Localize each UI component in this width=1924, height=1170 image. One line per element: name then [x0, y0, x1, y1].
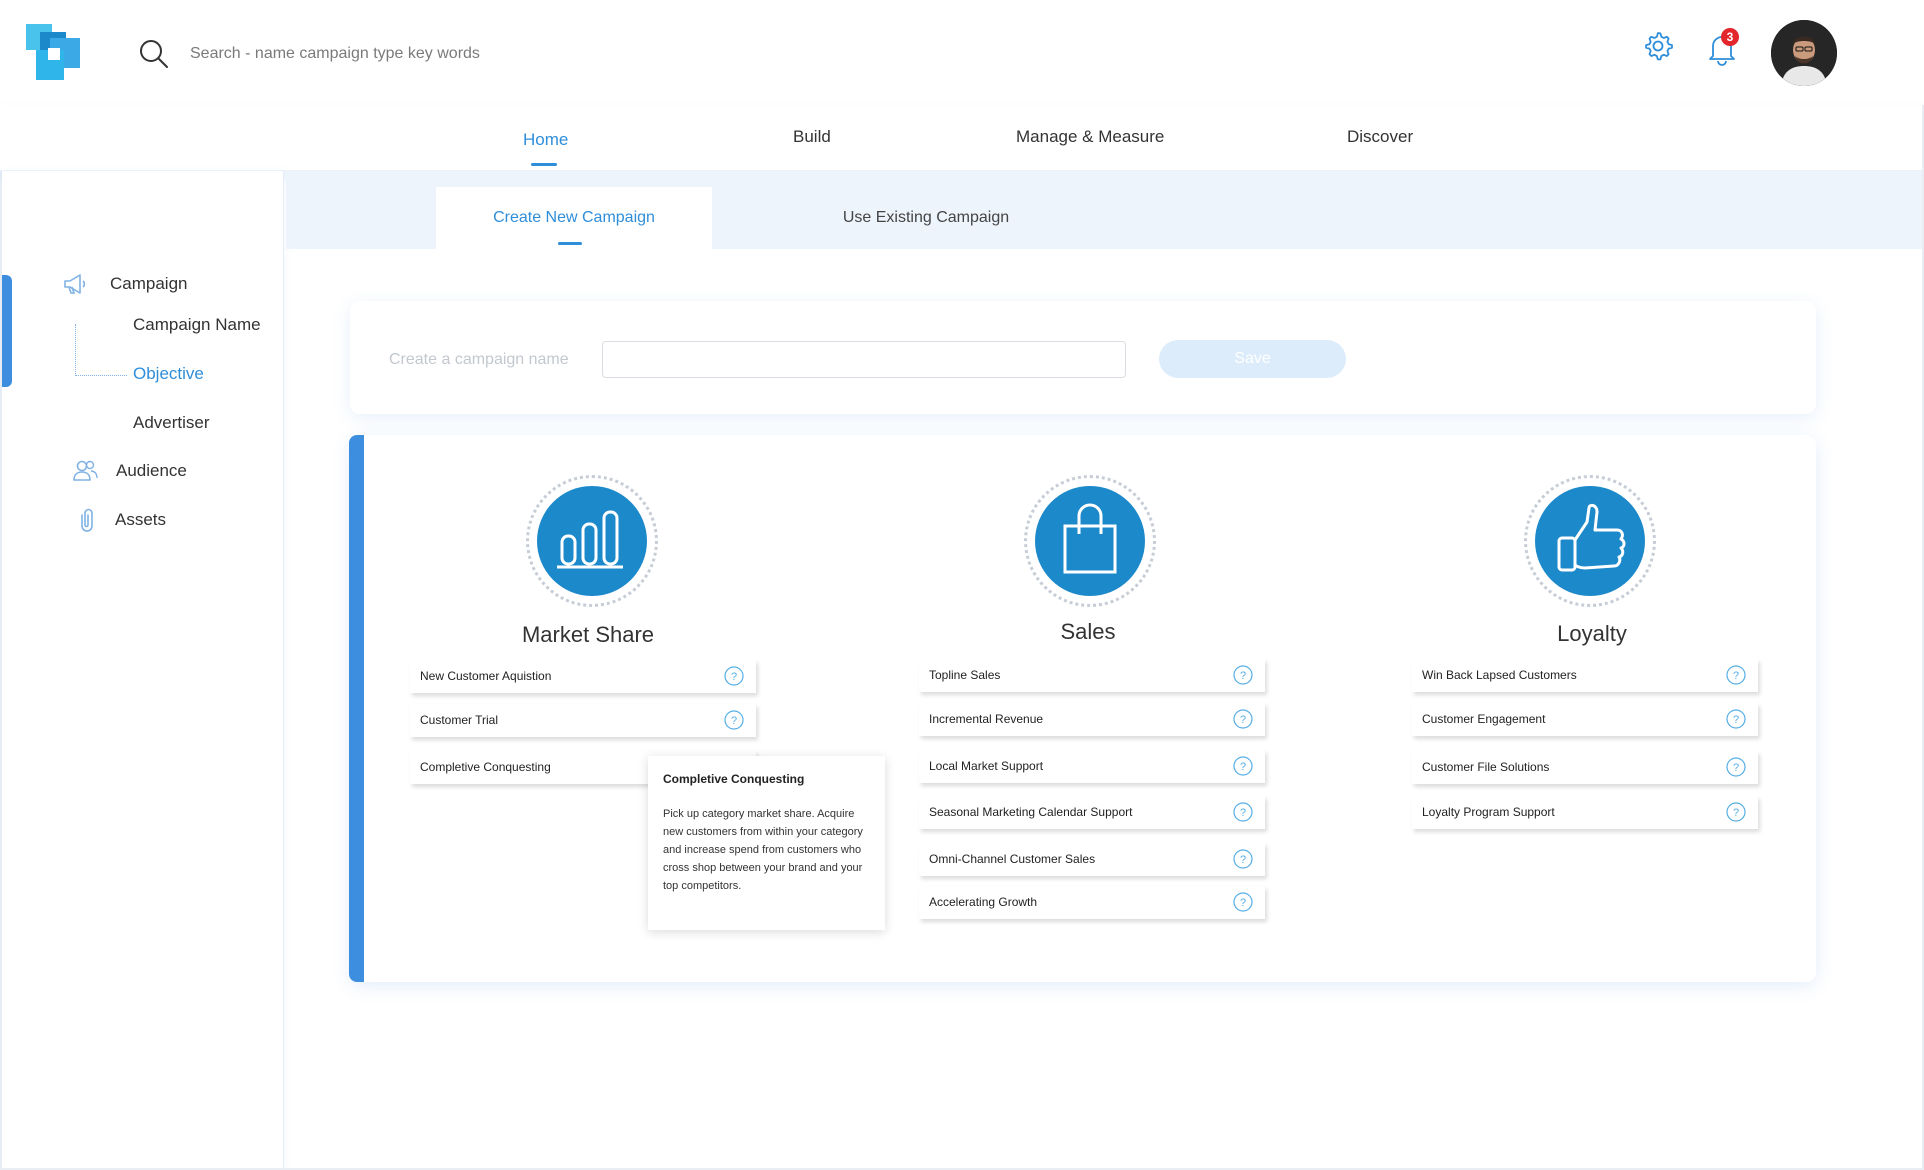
sidebar-item-advertiser[interactable]: Advertiser	[133, 413, 210, 433]
option-label: Accelerating Growth	[929, 895, 1038, 909]
help-icon[interactable]: ?	[1233, 849, 1253, 869]
tab-create-new-campaign[interactable]: Create New Campaign	[436, 187, 712, 249]
gear-icon[interactable]	[1642, 30, 1674, 62]
option-incremental-revenue[interactable]: Incremental Revenue ?	[919, 703, 1265, 736]
help-icon[interactable]: ?	[1233, 892, 1253, 912]
help-icon[interactable]: ?	[724, 710, 744, 730]
option-label: New Customer Aquistion	[420, 669, 552, 683]
svg-text:?: ?	[1733, 762, 1739, 774]
option-label: Customer File Solutions	[1422, 760, 1550, 774]
option-label: Incremental Revenue	[929, 712, 1044, 726]
option-accelerating-growth[interactable]: Accelerating Growth ?	[919, 886, 1265, 919]
sales-category[interactable]	[1024, 475, 1156, 607]
svg-text:?: ?	[1240, 761, 1246, 773]
option-label: Loyalty Program Support	[1422, 805, 1555, 819]
svg-text:?: ?	[731, 715, 737, 727]
option-loyalty-program-support[interactable]: Loyalty Program Support ?	[1412, 796, 1758, 829]
sidebar: Campaign Campaign Name Objective Adverti…	[2, 171, 284, 1170]
nav-home[interactable]: Home	[523, 130, 568, 150]
option-tooltip: Completive Conquesting Pick up category …	[648, 756, 885, 930]
option-label: Customer Trial	[420, 713, 499, 727]
shopping-bag-icon	[1063, 503, 1117, 574]
option-label: Seasonal Marketing Calendar Support	[929, 805, 1133, 819]
category-title: Sales	[1060, 619, 1116, 644]
objective-card: Market Share New Customer Aquistion ? Cu…	[349, 435, 1816, 982]
help-icon[interactable]: ?	[1233, 709, 1253, 729]
svg-text:?: ?	[1733, 714, 1739, 726]
top-navigation: Home Build Manage & Measure Discover	[0, 105, 1924, 171]
sidebar-item-objective[interactable]: Objective	[133, 364, 204, 384]
bar-chart-icon	[557, 510, 623, 569]
option-topline-sales[interactable]: Topline Sales ?	[919, 659, 1265, 692]
option-label: Topline Sales	[929, 668, 1001, 682]
svg-text:?: ?	[1240, 714, 1246, 726]
svg-text:?: ?	[1240, 670, 1246, 682]
campaign-name-label: Create a campaign name	[389, 351, 569, 368]
category-title: Market Share	[521, 622, 655, 647]
objective-card-accent	[349, 435, 364, 982]
sidebar-item-audience[interactable]: Audience	[116, 461, 187, 481]
option-win-back-lapsed-customers[interactable]: Win Back Lapsed Customers ?	[1412, 659, 1758, 692]
tooltip-body: Pick up category market share. Acquire n…	[663, 808, 863, 892]
option-customer-file-solutions[interactable]: Customer File Solutions ?	[1412, 751, 1758, 784]
save-button[interactable]: Save	[1159, 340, 1346, 378]
help-icon[interactable]: ?	[1233, 756, 1253, 776]
tab-active-indicator	[558, 242, 582, 245]
avatar[interactable]	[1771, 20, 1837, 86]
notifications-button[interactable]: 3	[1705, 28, 1739, 66]
thumbs-up-icon	[1557, 503, 1626, 572]
sidebar-item-campaign[interactable]: Campaign	[110, 274, 188, 294]
tree-connector	[75, 375, 127, 376]
tree-connector	[75, 324, 76, 376]
paperclip-icon	[81, 508, 93, 532]
sidebar-item-assets[interactable]: Assets	[115, 510, 166, 530]
option-label: Win Back Lapsed Customers	[1422, 668, 1577, 682]
svg-text:?: ?	[1240, 854, 1246, 866]
category-title: Loyalty	[1557, 621, 1627, 646]
help-icon[interactable]: ?	[1233, 665, 1253, 685]
users-icon	[73, 460, 98, 481]
sidebar-item-campaign-name[interactable]: Campaign Name	[133, 315, 261, 335]
help-icon[interactable]: ?	[724, 666, 744, 686]
campaign-name-input[interactable]	[602, 341, 1126, 378]
nav-active-indicator	[531, 163, 557, 166]
search-icon[interactable]	[138, 38, 170, 70]
help-icon[interactable]: ?	[1726, 665, 1746, 685]
search-input[interactable]	[190, 40, 890, 68]
option-new-customer-aquistion[interactable]: New Customer Aquistion ?	[410, 660, 756, 693]
help-icon[interactable]: ?	[1726, 802, 1746, 822]
campaign-tabs: Create New Campaign Use Existing Campaig…	[286, 171, 1924, 249]
option-seasonal-marketing-calendar-support[interactable]: Seasonal Marketing Calendar Support ?	[919, 796, 1265, 829]
tooltip-title: Completive Conquesting	[663, 772, 805, 786]
option-local-market-support[interactable]: Local Market Support ?	[919, 750, 1265, 783]
loyalty-category[interactable]	[1524, 475, 1656, 607]
option-label: Completive Conquesting	[420, 760, 551, 774]
svg-text:?: ?	[731, 671, 737, 683]
svg-text:?: ?	[1733, 670, 1739, 682]
campaign-name-card: Create a campaign name Save	[350, 301, 1816, 414]
header: 3	[0, 0, 1924, 105]
option-customer-engagement[interactable]: Customer Engagement ?	[1412, 703, 1758, 736]
svg-text:?: ?	[1733, 807, 1739, 819]
help-icon[interactable]: ?	[1233, 802, 1253, 822]
option-label: Local Market Support	[929, 759, 1044, 773]
help-icon[interactable]: ?	[1726, 757, 1746, 777]
tab-use-existing-campaign[interactable]: Use Existing Campaign	[786, 187, 1066, 249]
megaphone-icon	[64, 274, 86, 294]
nav-build[interactable]: Build	[793, 127, 831, 147]
logo-icon[interactable]	[26, 24, 84, 82]
notification-badge: 3	[1721, 28, 1739, 46]
svg-text:?: ?	[1240, 807, 1246, 819]
option-omni-channel-customer-sales[interactable]: Omni-Channel Customer Sales ?	[919, 843, 1265, 876]
market-share-category[interactable]	[526, 475, 658, 607]
nav-manage-measure[interactable]: Manage & Measure	[1016, 127, 1164, 147]
option-label: Omni-Channel Customer Sales	[929, 852, 1096, 866]
option-customer-trial[interactable]: Customer Trial ?	[410, 704, 756, 737]
help-icon[interactable]: ?	[1726, 709, 1746, 729]
option-label: Customer Engagement	[1422, 712, 1546, 726]
sidebar-active-indicator	[2, 275, 12, 387]
nav-discover[interactable]: Discover	[1347, 127, 1413, 147]
user-photo-icon	[1771, 20, 1837, 86]
svg-text:?: ?	[1240, 897, 1246, 909]
